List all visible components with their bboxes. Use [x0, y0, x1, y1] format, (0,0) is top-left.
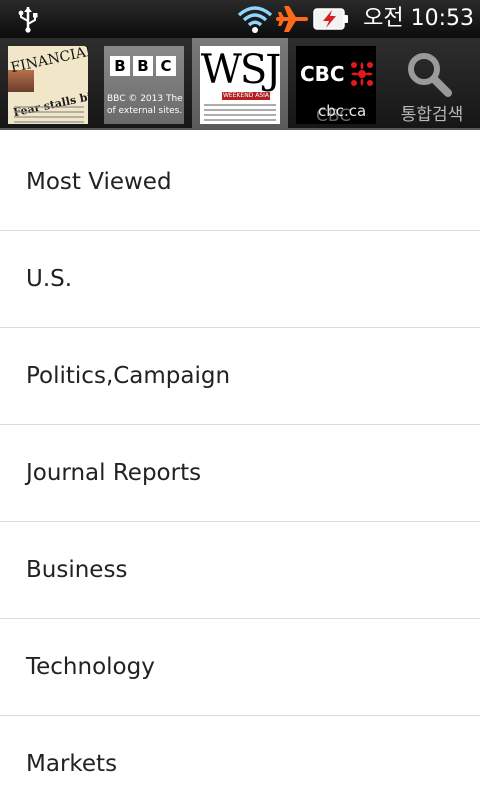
- cbc-domain: cbc.ca: [318, 102, 367, 120]
- status-time: 오전 10:53: [363, 6, 474, 31]
- tab-financial-times[interactable]: FINANCIAL T Fear stalls big econom: [0, 38, 96, 130]
- usb-icon: [18, 7, 38, 33]
- section-item-journal-reports[interactable]: Journal Reports: [0, 425, 480, 522]
- cbc-wordmark: CBC: [300, 62, 345, 86]
- section-item-technology[interactable]: Technology: [0, 619, 480, 716]
- financial-times-thumbnail: FINANCIAL T Fear stalls big econom: [8, 46, 88, 124]
- bbc-logo-letter: B: [133, 56, 153, 76]
- wsj-masthead: WSJ: [200, 47, 280, 93]
- section-item-most-viewed[interactable]: Most Viewed: [0, 134, 480, 231]
- bbc-thumbnail: B B C BBC © 2013 The of external sites.: [104, 46, 184, 124]
- search-icon: [408, 53, 452, 97]
- battery-charging-icon: [313, 8, 348, 30]
- section-item-business[interactable]: Business: [0, 522, 480, 619]
- section-list: Most Viewed U.S. Politics,Campaign Journ…: [0, 134, 480, 800]
- ft-text-lines: [14, 106, 84, 124]
- wsj-thumbnail: WSJ WEEKEND ASIA: [200, 46, 280, 124]
- tab-cbc[interactable]: CBC CBC cbc.ca: [288, 38, 384, 130]
- bbc-logo-letter: C: [156, 56, 176, 76]
- tab-wsj[interactable]: WSJ WEEKEND ASIA: [192, 38, 288, 130]
- bbc-caption-line-2: of external sites.: [107, 106, 183, 116]
- wifi-icon: [237, 6, 273, 33]
- cbc-thumbnail: CBC CBC cbc.ca: [296, 46, 376, 124]
- tab-bbc[interactable]: B B C BBC © 2013 The of external sites.: [96, 38, 192, 130]
- section-item-politics-campaign[interactable]: Politics,Campaign: [0, 328, 480, 425]
- section-item-markets[interactable]: Markets: [0, 716, 480, 800]
- tab-integrated-search[interactable]: 통합검색: [384, 38, 480, 130]
- source-tabs: FINANCIAL T Fear stalls big econom B B C…: [0, 38, 480, 130]
- wsj-text-lines: [204, 104, 276, 122]
- airplane-mode-icon: [276, 6, 308, 32]
- status-bar: 오전 10:53: [0, 0, 480, 38]
- bbc-caption-line-1: BBC © 2013 The: [107, 94, 183, 104]
- bbc-logo: B B C: [110, 56, 176, 76]
- search-tab-label: 통합검색: [400, 105, 464, 125]
- section-item-us[interactable]: U.S.: [0, 231, 480, 328]
- ft-masthead: FINANCIAL T: [9, 46, 88, 77]
- bbc-logo-letter: B: [110, 56, 130, 76]
- cbc-gem-icon: [351, 62, 373, 86]
- wsj-edition-label: WEEKEND ASIA: [222, 92, 270, 100]
